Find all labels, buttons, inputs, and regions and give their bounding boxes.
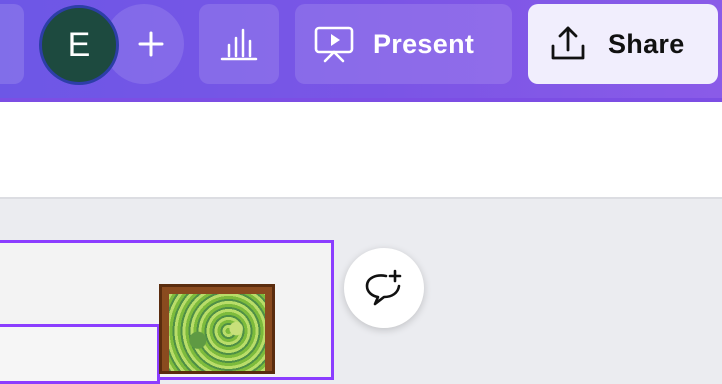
presentation-screen-icon: [313, 24, 357, 64]
insights-button[interactable]: [199, 4, 279, 84]
present-label: Present: [373, 28, 475, 59]
share-button[interactable]: Share: [528, 4, 718, 84]
present-button[interactable]: Present: [295, 4, 512, 84]
plus-icon: [138, 31, 164, 57]
share-label: Share: [608, 28, 685, 59]
add-comment-button[interactable]: [344, 248, 424, 328]
user-avatar[interactable]: E: [39, 5, 119, 85]
add-comment-icon: [362, 268, 406, 308]
upload-icon: [548, 24, 588, 64]
bar-chart-icon: [219, 27, 259, 61]
toolbar-button-partial[interactable]: [0, 4, 24, 84]
editor-toolbar-strip: [0, 102, 722, 198]
selected-element[interactable]: [0, 324, 160, 384]
framed-painting-image[interactable]: [159, 284, 275, 374]
avatar-initial: E: [67, 25, 91, 64]
painting-canvas: [169, 294, 265, 371]
